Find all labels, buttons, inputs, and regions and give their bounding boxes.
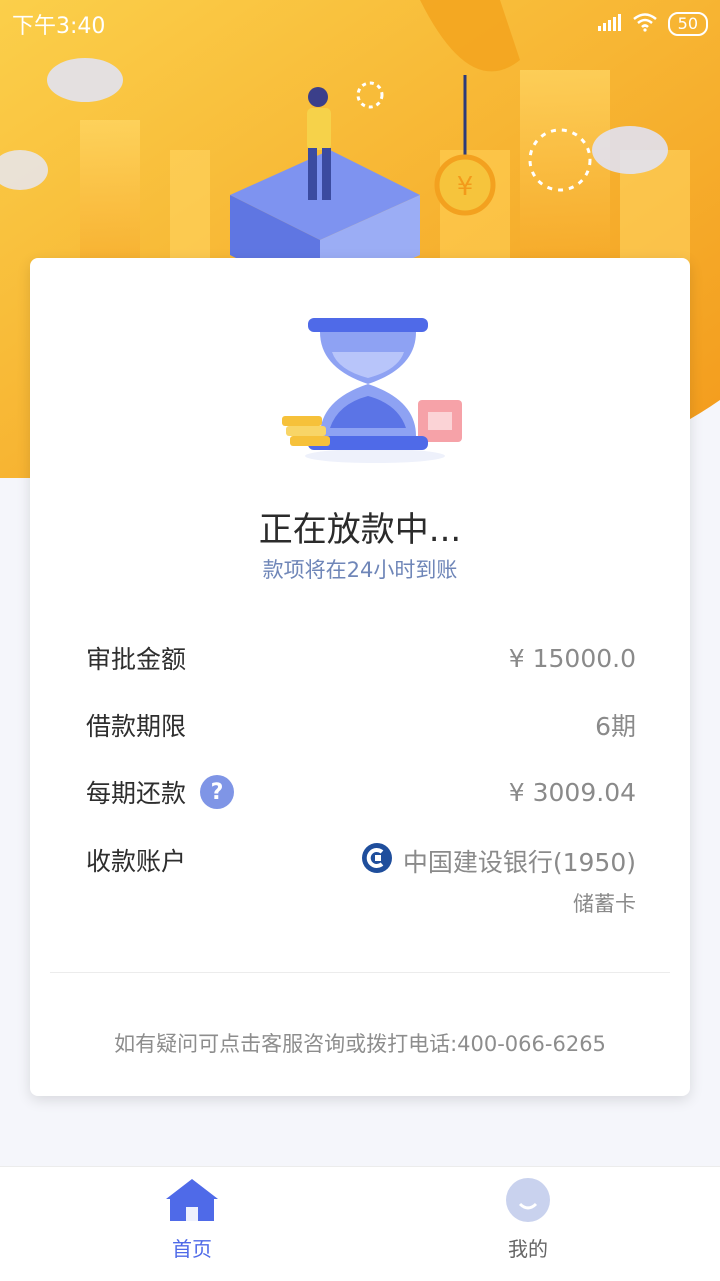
status-title: 正在放款中... [258,510,462,550]
profile-icon [505,1178,551,1227]
loan-status-card: 正在放款中... 款项将在24小时到账 审批金额 ¥ 15000.0 借款期限 … [30,258,690,1096]
signal-icon [597,13,622,35]
divider [50,972,670,973]
status-subtitle: 款项将在24小时到账 [262,558,458,582]
battery-icon: 50 [667,12,708,36]
installment-label: 每期还款 [86,779,187,808]
bottom-tab-bar: 首页 我的 [0,1166,720,1281]
bank-name: 中国建设银行(1950) [402,848,636,877]
approved-amount-value: ¥ 15000.0 [508,643,636,673]
installment-row: 每期还款 ? ¥ 3009.04 [86,774,636,810]
loan-term-label: 借款期限 [86,712,187,741]
status-time: 下午3:40 [12,14,106,39]
approved-amount-row: 审批金额 ¥ 15000.0 [86,640,636,676]
status-bar: 下午3:40 50 [0,0,720,48]
bank-account-info: 中国建设银行(1950) 储蓄卡 [361,842,636,918]
tab-profile[interactable]: 我的 [448,1177,608,1262]
home-icon [164,1179,220,1227]
tab-home[interactable]: 首页 [112,1177,272,1262]
wifi-icon [632,12,658,36]
customer-service-note[interactable]: 如有疑问可点击客服咨询或拨打电话:400-066-6265 [30,1028,690,1058]
approved-amount-label: 审批金额 [86,645,187,674]
installment-value: ¥ 3009.04 [508,777,636,807]
tab-home-label: 首页 [172,1237,212,1261]
card-type: 储蓄卡 [573,892,636,916]
tab-profile-label: 我的 [508,1237,548,1261]
ccb-bank-logo-icon [361,842,393,880]
receiving-account-label: 收款账户 [86,847,187,876]
help-icon[interactable]: ? [200,775,235,809]
installment-label-group: 每期还款 ? [86,774,235,810]
loan-term-row: 借款期限 6期 [86,707,636,743]
battery-level: 50 [667,12,708,36]
hourglass-icon [280,308,470,468]
loan-term-value: 6期 [595,712,636,741]
receiving-account-row: 收款账户 中国建设银行(1950) 储蓄卡 [86,842,636,918]
svg-text:¥: ¥ [457,172,474,202]
bank-account-line: 中国建设银行(1950) [361,842,636,880]
status-icons: 50 [597,12,708,36]
